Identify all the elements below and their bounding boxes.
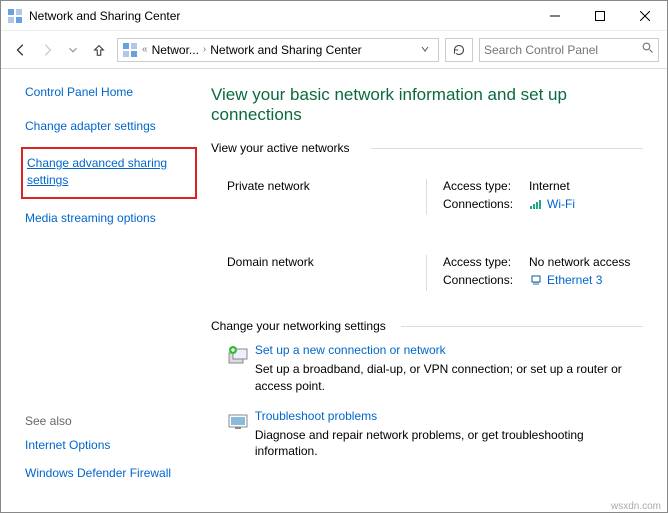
setup-connection-icon — [227, 343, 255, 395]
see-also: See also Internet Options Windows Defend… — [25, 414, 171, 480]
close-button[interactable] — [622, 1, 667, 31]
back-button[interactable] — [9, 35, 33, 65]
search-input[interactable] — [484, 43, 642, 57]
network-name: Domain network — [227, 255, 426, 291]
recent-dropdown[interactable] — [61, 35, 85, 65]
action-troubleshoot: Troubleshoot problems Diagnose and repai… — [227, 409, 643, 461]
network-block-private: Private network Access type: Internet Co… — [211, 161, 643, 237]
titlebar: Network and Sharing Center — [1, 1, 667, 31]
access-type-label: Access type: — [443, 179, 529, 193]
sidebar-link-advanced-sharing[interactable]: Change advanced sharing settings — [27, 155, 187, 189]
breadcrumb-icon — [122, 42, 138, 58]
action-title[interactable]: Troubleshoot problems — [255, 409, 643, 423]
sidebar: Control Panel Home Change adapter settin… — [1, 69, 201, 498]
access-type-label: Access type: — [443, 255, 529, 269]
see-also-internet-options[interactable]: Internet Options — [25, 438, 171, 452]
main: View your basic network information and … — [201, 69, 667, 498]
minimize-button[interactable] — [532, 1, 577, 31]
network-name: Private network — [227, 179, 426, 215]
forward-button[interactable] — [35, 35, 59, 65]
sidebar-home[interactable]: Control Panel Home — [25, 85, 189, 99]
access-type-value: Internet — [529, 179, 570, 193]
network-block-domain: Domain network Access type: No network a… — [211, 237, 643, 313]
sidebar-link-media[interactable]: Media streaming options — [25, 211, 189, 225]
access-type-value: No network access — [529, 255, 630, 269]
search-box[interactable] — [479, 38, 659, 62]
search-icon[interactable] — [642, 42, 654, 57]
sidebar-link-adapter[interactable]: Change adapter settings — [25, 119, 189, 133]
divider — [426, 179, 427, 215]
sidebar-highlight: Change advanced sharing settings — [21, 147, 197, 199]
action-desc: Set up a broadband, dial-up, or VPN conn… — [255, 361, 643, 395]
breadcrumb-seg-2[interactable]: Network and Sharing Center — [208, 43, 363, 57]
maximize-button[interactable] — [577, 1, 622, 31]
action-setup-connection: Set up a new connection or network Set u… — [227, 343, 643, 395]
connections-label: Connections: — [443, 273, 529, 287]
connection-link[interactable]: Wi-Fi — [547, 197, 575, 211]
refresh-button[interactable] — [445, 38, 473, 62]
wifi-icon — [529, 197, 543, 211]
watermark: wsxdn.com — [611, 501, 661, 512]
breadcrumb-dropdown[interactable] — [414, 43, 436, 57]
change-settings-label: Change your networking settings — [211, 319, 643, 333]
chevron-right-icon[interactable]: › — [203, 44, 206, 55]
connection-link[interactable]: Ethernet 3 — [547, 273, 602, 287]
action-desc: Diagnose and repair network problems, or… — [255, 427, 643, 461]
active-networks-label: View your active networks — [211, 141, 643, 155]
connections-label: Connections: — [443, 197, 529, 211]
divider — [426, 255, 427, 291]
breadcrumb-seg-1[interactable]: Networ... — [150, 43, 201, 57]
navbar: « Networ... › Network and Sharing Center — [1, 31, 667, 69]
page-title: View your basic network information and … — [211, 85, 643, 125]
app-icon — [7, 8, 23, 24]
action-title[interactable]: Set up a new connection or network — [255, 343, 643, 357]
see-also-firewall[interactable]: Windows Defender Firewall — [25, 466, 171, 480]
window-title: Network and Sharing Center — [29, 9, 532, 23]
up-button[interactable] — [87, 35, 111, 65]
chevron-icon[interactable]: « — [142, 44, 148, 55]
ethernet-icon — [529, 273, 543, 287]
breadcrumb[interactable]: « Networ... › Network and Sharing Center — [117, 38, 439, 62]
see-also-heading: See also — [25, 414, 171, 428]
troubleshoot-icon — [227, 409, 255, 461]
